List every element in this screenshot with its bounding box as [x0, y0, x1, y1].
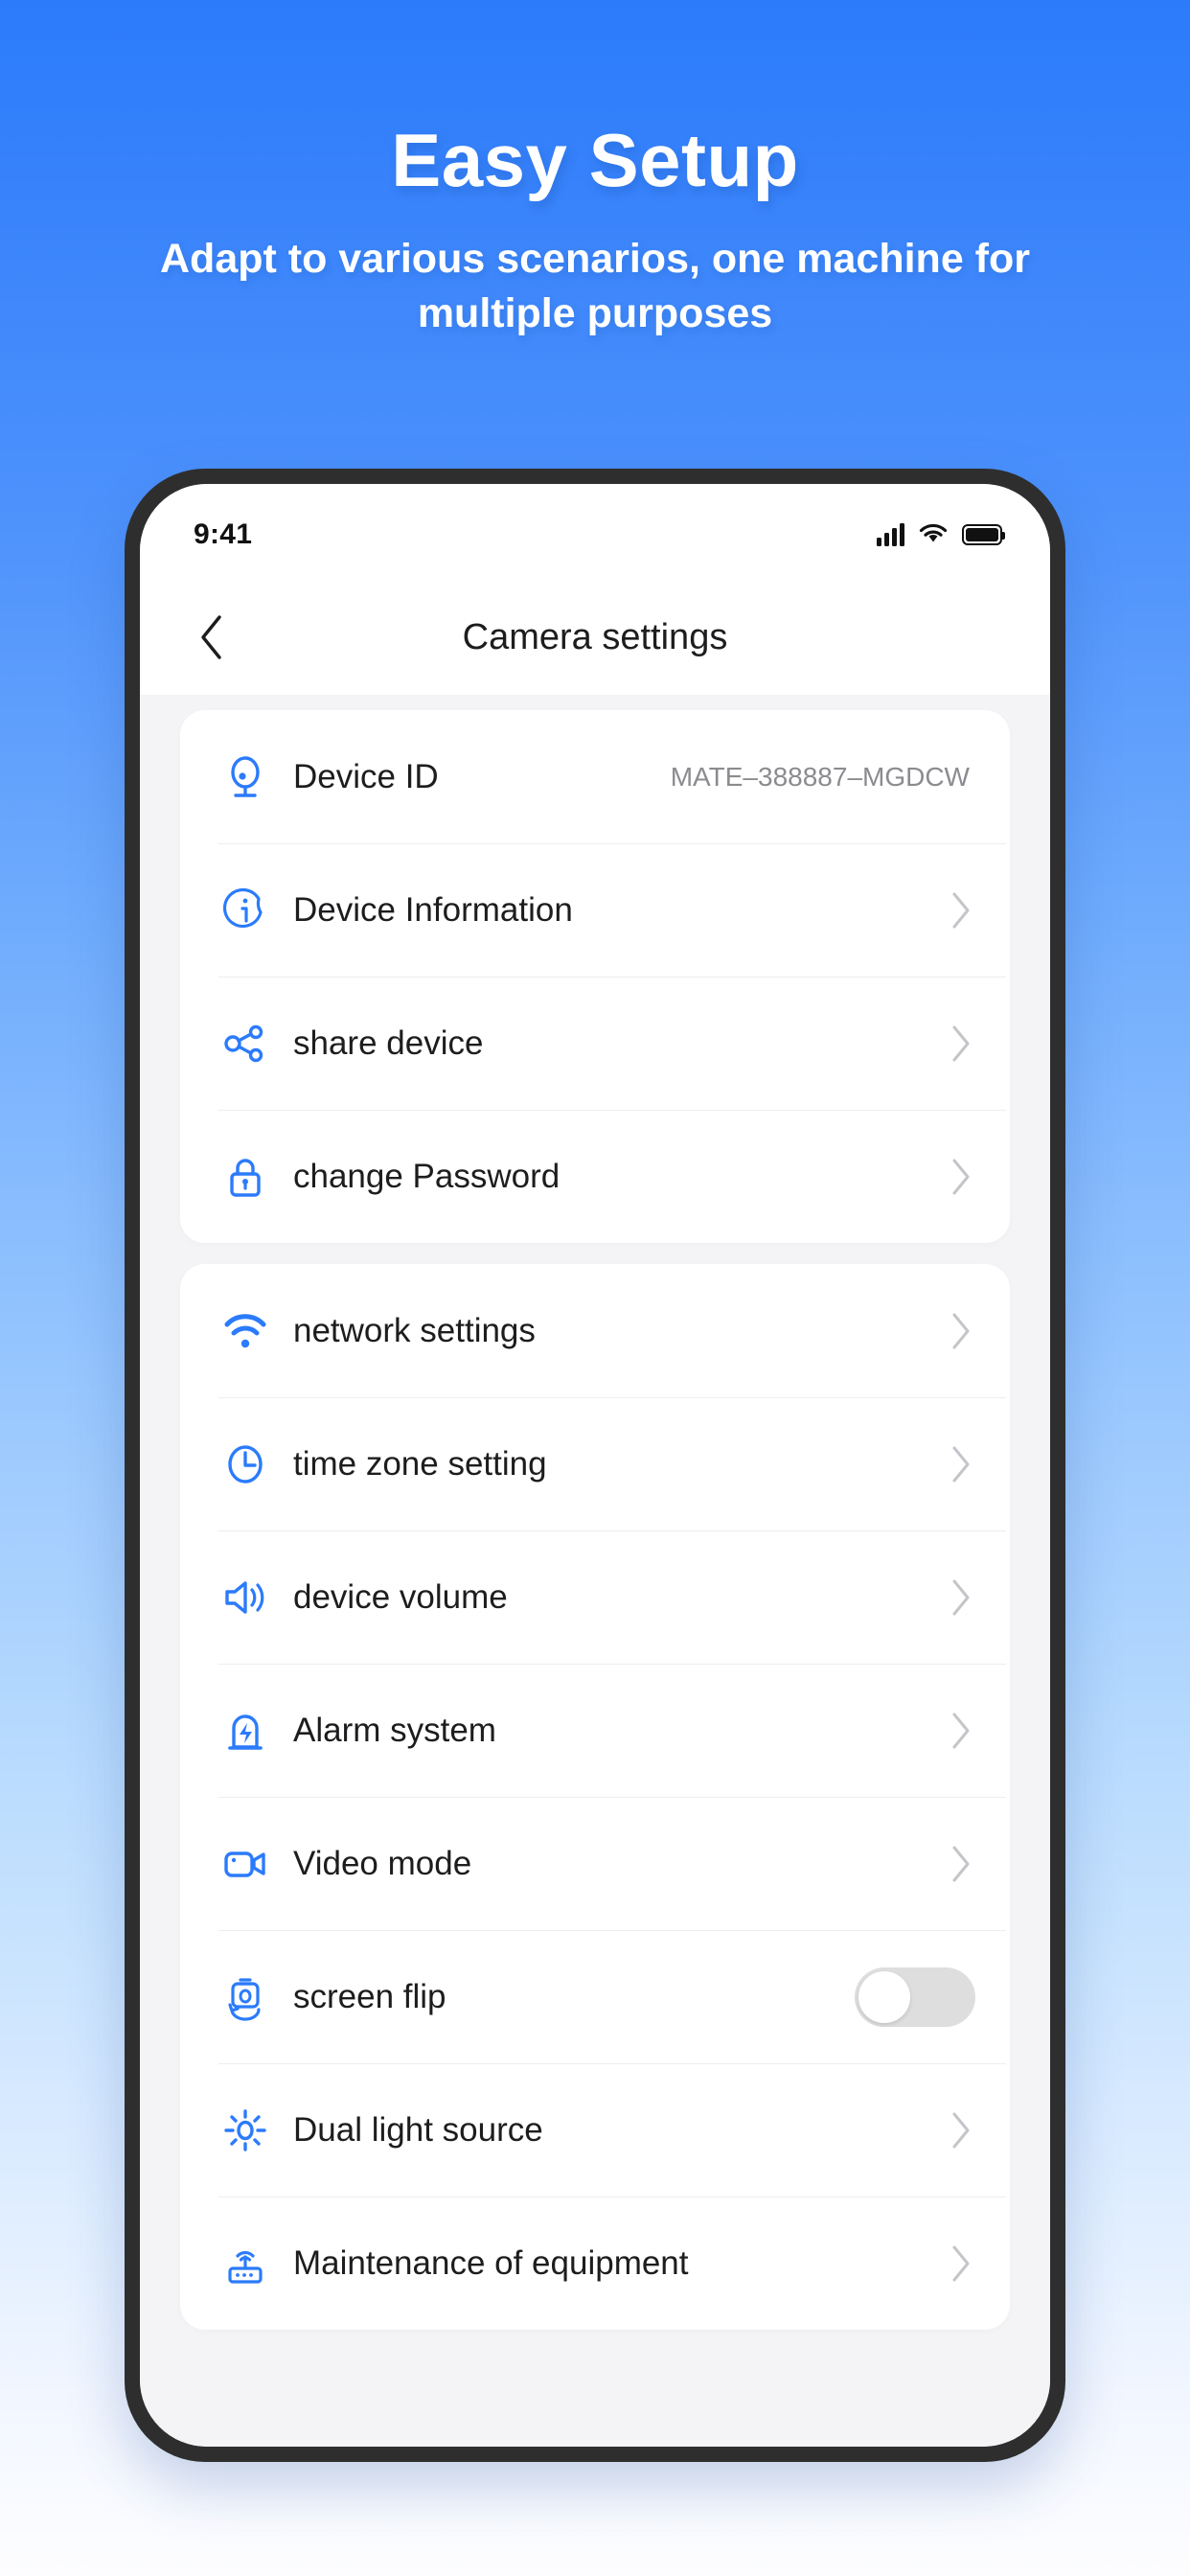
- promo-title: Easy Setup: [391, 118, 799, 202]
- list-item-time-zone-setting[interactable]: time zone setting: [184, 1397, 1006, 1530]
- status-bar: 9:41: [140, 484, 1050, 580]
- battery-full-icon: [962, 524, 1005, 545]
- list-item-video-mode[interactable]: Video mode: [184, 1797, 1006, 1930]
- list-item-label: share device: [293, 1024, 484, 1062]
- router-maintenance-icon: [218, 2237, 272, 2290]
- chevron-left-icon: [201, 615, 221, 659]
- signal-bars-icon: [877, 523, 904, 546]
- chevron-right-icon: [947, 892, 975, 928]
- chevron-right-icon: [947, 1579, 975, 1615]
- phone-screen: 9:41 Camera settings Device ID MATE–3888…: [140, 484, 1050, 2447]
- back-button[interactable]: [182, 608, 241, 667]
- share-nodes-icon: [218, 1017, 272, 1070]
- chevron-right-icon: [947, 2245, 975, 2281]
- settings-card-device: Device ID MATE–388887–MGDCW Device Infor…: [180, 710, 1010, 1243]
- list-item-label: network settings: [293, 1311, 536, 1349]
- chevron-right-icon: [947, 1313, 975, 1348]
- list-item-share-device[interactable]: share device: [184, 977, 1006, 1110]
- settings-card-system: network settings time zone setting devic…: [180, 1264, 1010, 2330]
- wifi-icon: [218, 1304, 272, 1358]
- lock-icon: [218, 1150, 272, 1204]
- list-item-label: change Password: [293, 1157, 561, 1195]
- list-item-label: Device ID: [293, 757, 439, 795]
- clock-icon: [218, 1438, 272, 1491]
- list-item-network-settings[interactable]: network settings: [184, 1264, 1006, 1397]
- list-item-maintenance-of-equipment[interactable]: Maintenance of equipment: [184, 2196, 1006, 2330]
- video-camera-icon: [218, 1837, 272, 1891]
- screen-flip-toggle[interactable]: [855, 1966, 975, 2027]
- settings-list: Device ID MATE–388887–MGDCW Device Infor…: [140, 695, 1050, 2447]
- chevron-right-icon: [947, 1025, 975, 1061]
- list-item-change-password[interactable]: change Password: [184, 1110, 1006, 1243]
- list-item-screen-flip[interactable]: screen flip: [184, 1930, 1006, 2063]
- promo-header: Easy Setup Adapt to various scenarios, o…: [0, 123, 1190, 341]
- info-circle-icon: [218, 884, 272, 937]
- list-item-alarm-system[interactable]: Alarm system: [184, 1664, 1006, 1797]
- chevron-right-icon: [947, 1159, 975, 1194]
- screen-flip-icon: [218, 1970, 272, 2024]
- status-time: 9:41: [194, 518, 253, 550]
- list-item-label: Alarm system: [293, 1711, 496, 1749]
- list-item-device-id[interactable]: Device ID MATE–388887–MGDCW: [184, 710, 1006, 843]
- list-item-label: device volume: [293, 1577, 508, 1616]
- chevron-right-icon: [947, 2112, 975, 2148]
- promo-subtitle: Adapt to various scenarios, one machine …: [160, 236, 1030, 336]
- promo-banner: Easy Setup Adapt to various scenarios, o…: [0, 0, 1190, 2576]
- chevron-right-icon: [947, 1846, 975, 1881]
- wifi-icon: [919, 523, 948, 542]
- list-item-device-volume[interactable]: device volume: [184, 1530, 1006, 1664]
- list-item-label: Video mode: [293, 1844, 472, 1882]
- toggle-knob: [858, 1970, 910, 2023]
- nav-bar: Camera settings: [140, 580, 1050, 695]
- list-item-label: Device Information: [293, 890, 573, 929]
- list-item-label: time zone setting: [293, 1444, 547, 1483]
- list-item-device-information[interactable]: Device Information: [184, 843, 1006, 977]
- speaker-volume-icon: [218, 1571, 272, 1624]
- brightness-sun-icon: [218, 2104, 272, 2157]
- camera-eye-icon: [218, 750, 272, 804]
- chevron-right-icon: [947, 1446, 975, 1482]
- phone-mockup: 9:41 Camera settings Device ID MATE–3888…: [125, 469, 1065, 2462]
- page-title: Camera settings: [462, 616, 728, 657]
- chevron-right-icon: [947, 1713, 975, 1748]
- list-item-label: screen flip: [293, 1977, 446, 2015]
- list-item-label: Maintenance of equipment: [293, 2243, 689, 2282]
- list-item-dual-light-source[interactable]: Dual light source: [184, 2063, 1006, 2196]
- status-icons: [877, 523, 1005, 546]
- device-id-value: MATE–388887–MGDCW: [670, 761, 970, 792]
- list-item-label: Dual light source: [293, 2110, 543, 2149]
- alarm-siren-icon: [218, 1704, 272, 1758]
